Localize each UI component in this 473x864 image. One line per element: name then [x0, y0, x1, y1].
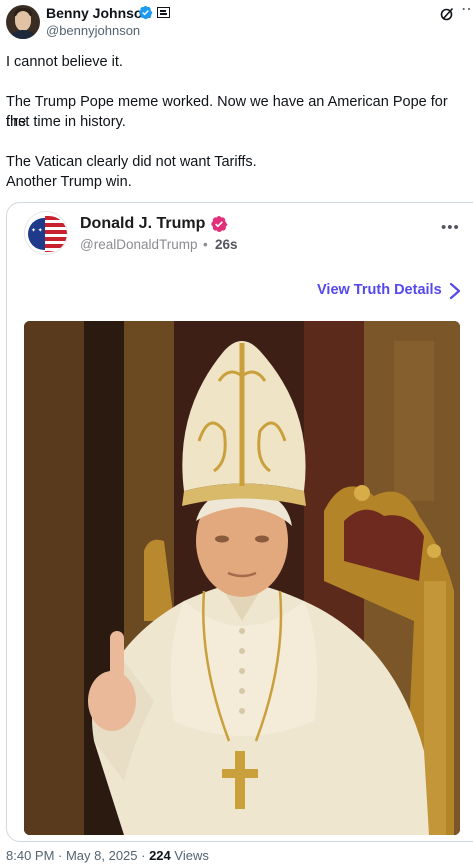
views-label: Views [174, 848, 209, 863]
verified-badge-icon [139, 5, 153, 20]
tweet: Benny Johnson @bennyjohnson ⋯ I cannot b… [0, 0, 473, 864]
truth-avatar[interactable] [24, 211, 68, 255]
truth-author-name[interactable]: Donald J. Trump [80, 215, 205, 233]
quoted-truth-card[interactable]: Donald J. Trump @realDonaldTrump • 26s •… [6, 202, 473, 842]
tweet-text-line: Another Trump win. [6, 174, 132, 190]
tweet-text-line: first time in history. [6, 114, 126, 130]
tweet-text-line: The Vatican clearly did not want Tariffs… [6, 154, 257, 170]
tweet-text-line: I cannot believe it. [6, 54, 123, 70]
chevron-right-icon[interactable] [448, 281, 462, 301]
affiliation-icon[interactable] [157, 7, 170, 18]
author-name[interactable]: Benny Johnson [46, 5, 151, 21]
tweet-footer: 8:40 PM · May 8, 2025 · 224 Views [6, 848, 209, 863]
grok-icon[interactable] [439, 6, 455, 22]
timestamp[interactable]: 8:40 PM · May 8, 2025 · [6, 848, 149, 863]
truth-author-handle[interactable]: @realDonaldTrump [80, 237, 198, 252]
more-options-icon[interactable]: ••• [441, 219, 460, 236]
author-handle[interactable]: @bennyjohnson [46, 23, 140, 38]
view-truth-details-link[interactable]: View Truth Details [317, 282, 442, 298]
pope-image[interactable] [24, 321, 460, 835]
views-count: 224 [149, 848, 171, 863]
truth-timestamp: 26s [215, 237, 238, 252]
verified-badge-icon [211, 215, 228, 233]
more-options-icon[interactable]: ⋯ [461, 2, 473, 18]
avatar[interactable] [6, 5, 40, 39]
separator-dot: • [203, 237, 208, 252]
pope-illustration [24, 321, 460, 835]
